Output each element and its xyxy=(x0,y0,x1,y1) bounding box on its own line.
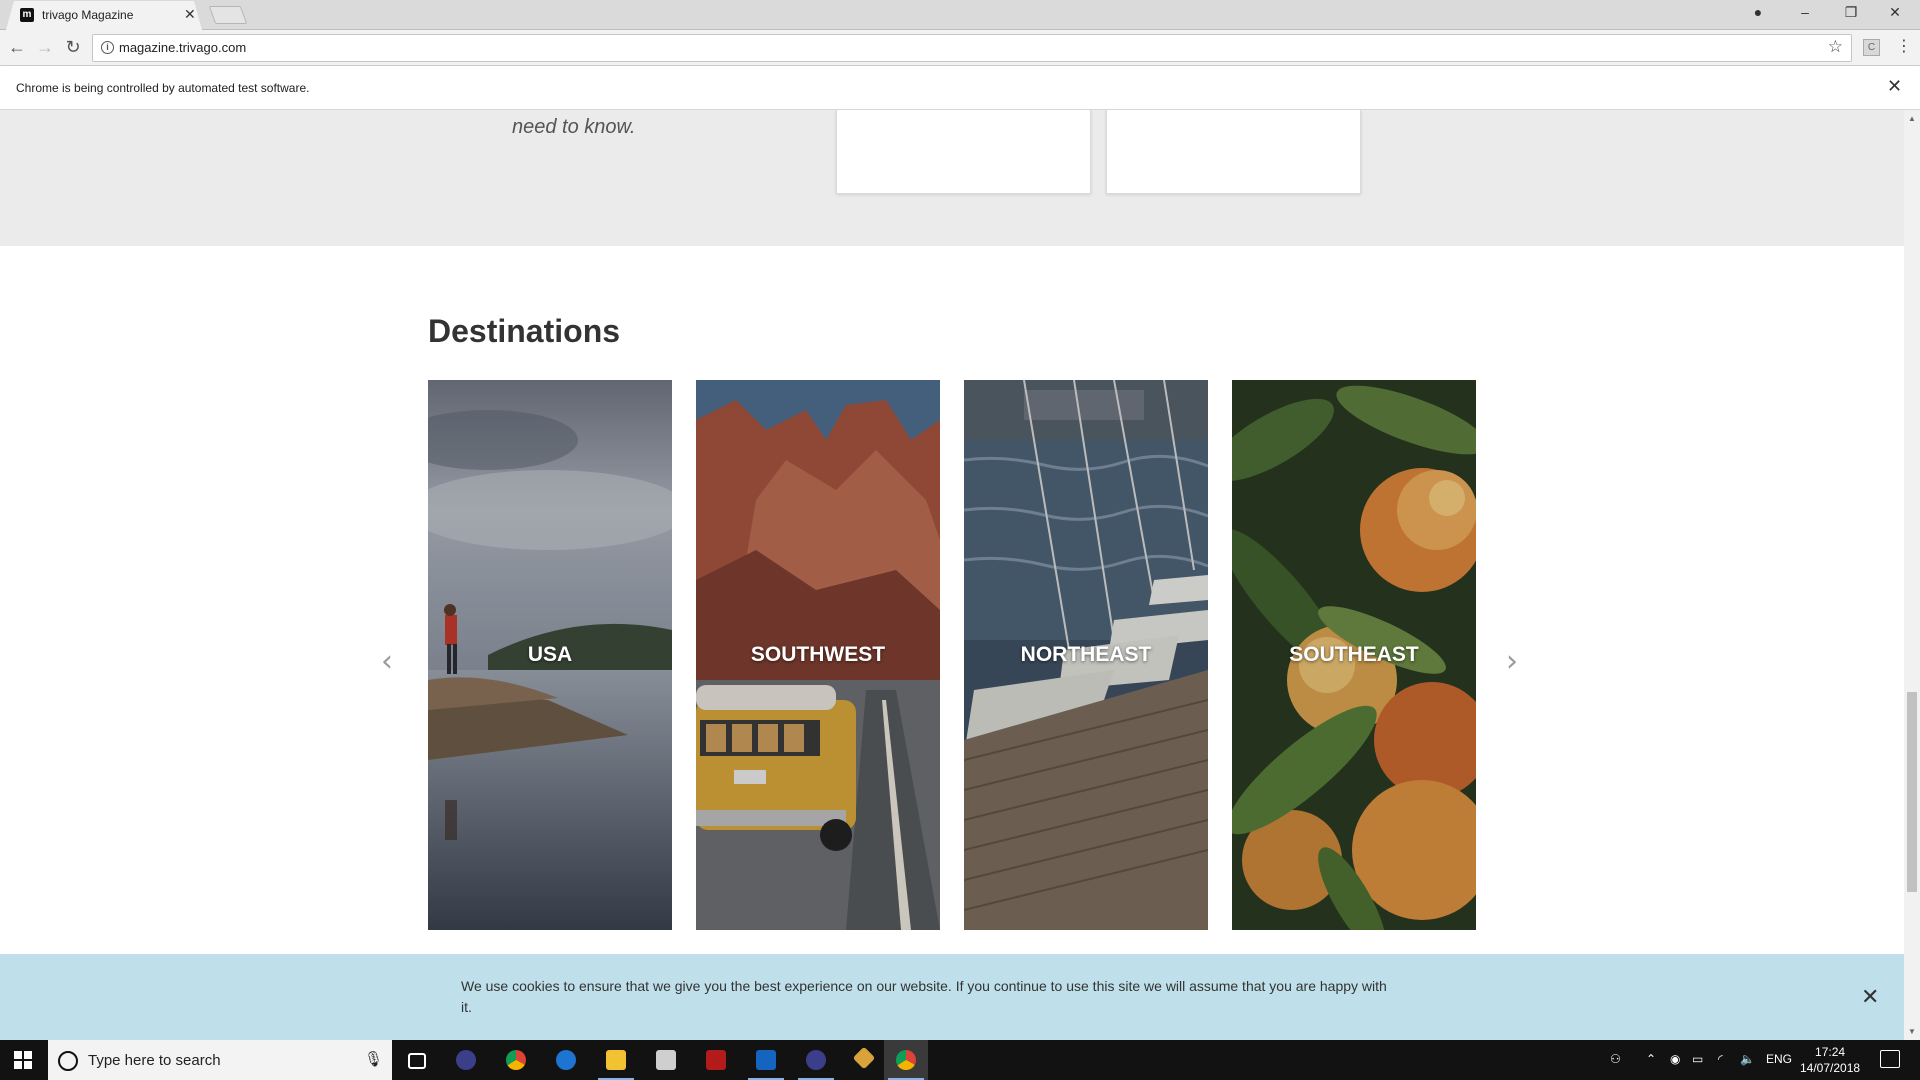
file-explorer-icon[interactable] xyxy=(594,1040,638,1080)
microphone-icon[interactable]: 🎙 xyxy=(364,1050,383,1068)
tab-close-icon[interactable]: ✕ xyxy=(184,6,196,23)
destination-label: USA xyxy=(527,643,573,666)
chrome-menu-icon[interactable]: ⋮ xyxy=(1896,36,1912,56)
cookie-message: We use cookies to ensure that we give yo… xyxy=(461,978,1387,1015)
destinations-heading: Destinations xyxy=(428,313,621,349)
article-card-bottom[interactable] xyxy=(1106,110,1361,194)
task-view-icon[interactable] xyxy=(394,1040,438,1080)
url-text[interactable]: magazine.trivago.com xyxy=(119,40,246,55)
people-icon[interactable]: ⚇ xyxy=(1610,1052,1621,1066)
store-app-icon[interactable] xyxy=(644,1040,688,1080)
article-card-bottom[interactable] xyxy=(836,110,1091,194)
minimize-icon[interactable]: – xyxy=(1790,4,1820,20)
browser-toolbar: ← → ↻ i magazine.trivago.com ☆ C ⋮ xyxy=(0,30,1920,66)
new-tab-button[interactable] xyxy=(208,6,248,24)
destination-label: SOUTHWEST xyxy=(750,643,886,666)
clock-date: 14/07/2018 xyxy=(1800,1061,1861,1075)
automation-infobar: Chrome is being controlled by automated … xyxy=(0,66,1920,110)
scroll-thumb[interactable] xyxy=(1907,692,1917,892)
trivago-favicon-icon: m xyxy=(20,8,34,22)
destination-label: SOUTHEAST xyxy=(1289,643,1419,666)
chrome-app-icon[interactable] xyxy=(494,1040,538,1080)
intro-text-tail: need to know. xyxy=(512,116,636,138)
tab-trivago-magazine[interactable]: m trivago Magazine ✕ xyxy=(6,1,202,30)
action-center-icon[interactable] xyxy=(1880,1050,1900,1068)
windows-start-icon[interactable] xyxy=(14,1051,32,1069)
restore-icon[interactable]: ❐ xyxy=(1836,4,1866,21)
outlook-app-icon[interactable] xyxy=(744,1040,788,1080)
cortana-icon xyxy=(58,1051,78,1071)
tab-title: trivago Magazine xyxy=(42,8,134,22)
clock-time: 17:24 xyxy=(1815,1045,1846,1059)
tab-strip: m trivago Magazine ✕ ● – ❐ ✕ xyxy=(0,0,1920,30)
profile-icon[interactable]: ● xyxy=(1743,4,1773,20)
destination-card-southwest[interactable]: SOUTHWEST xyxy=(696,380,940,930)
page-viewport: need to know. Destinations ‹ USA SOUTHWE… xyxy=(0,110,1904,1040)
tray-app-icon[interactable]: ◉ xyxy=(1670,1052,1680,1066)
carousel-prev-arrow-icon[interactable]: ‹ xyxy=(381,647,393,677)
battery-icon[interactable]: ▭ xyxy=(1692,1052,1703,1066)
cookie-banner: We use cookies to ensure that we give yo… xyxy=(0,954,1904,1040)
scroll-down-arrow-icon[interactable]: ▼ xyxy=(1908,1027,1916,1036)
scroll-up-arrow-icon[interactable]: ▲ xyxy=(1908,114,1916,123)
tray-chevron-up-icon[interactable]: ⌃ xyxy=(1646,1052,1656,1066)
taskbar-search-placeholder: Type here to search xyxy=(88,1052,221,1069)
reload-icon[interactable]: ↻ xyxy=(62,38,84,56)
page-scrollbar[interactable]: ▲ ▼ xyxy=(1904,110,1920,1040)
acrobat-app-icon[interactable] xyxy=(694,1040,738,1080)
back-arrow-icon[interactable]: ← xyxy=(6,38,28,56)
taskbar-search-box[interactable]: Type here to search 🎙 xyxy=(48,1040,392,1080)
intro-band: need to know. xyxy=(0,110,1904,246)
destination-label: NORTHEAST xyxy=(1020,643,1152,666)
forward-arrow-icon[interactable]: → xyxy=(34,38,56,56)
extension-icon[interactable]: C xyxy=(1863,39,1880,56)
volume-icon[interactable]: 🔈 xyxy=(1740,1052,1755,1066)
taskbar-clock[interactable]: 17:24 14/07/2018 xyxy=(1800,1044,1860,1076)
address-bar[interactable]: i magazine.trivago.com ☆ xyxy=(92,34,1852,62)
windows-taskbar: Type here to search 🎙 ⚇ ⌃ ◉ ▭ ◜ 🔈 ENG 17… xyxy=(0,1040,1920,1080)
destination-card-southeast[interactable]: SOUTHEAST xyxy=(1232,380,1476,930)
infobar-message: Chrome is being controlled by automated … xyxy=(16,81,310,95)
app-icon-1[interactable] xyxy=(444,1040,488,1080)
edge-app-icon[interactable] xyxy=(544,1040,588,1080)
destination-card-northeast[interactable]: NORTHEAST xyxy=(964,380,1208,930)
bookmark-star-icon[interactable]: ☆ xyxy=(1828,37,1843,57)
window-close-icon[interactable]: ✕ xyxy=(1880,4,1910,21)
chrome-app-icon-active[interactable] xyxy=(884,1040,928,1080)
infobar-close-icon[interactable]: ✕ xyxy=(1887,76,1902,97)
destination-card-usa[interactable]: USA xyxy=(428,380,672,930)
app-icon-2[interactable] xyxy=(794,1040,838,1080)
git-app-icon[interactable] xyxy=(844,1040,888,1080)
cookie-close-icon[interactable]: ✕ xyxy=(1861,984,1879,1010)
language-indicator[interactable]: ENG xyxy=(1766,1052,1792,1066)
carousel-next-arrow-icon[interactable]: › xyxy=(1506,647,1518,677)
site-info-icon[interactable]: i xyxy=(101,41,114,54)
wifi-icon[interactable]: ◜ xyxy=(1718,1052,1723,1066)
